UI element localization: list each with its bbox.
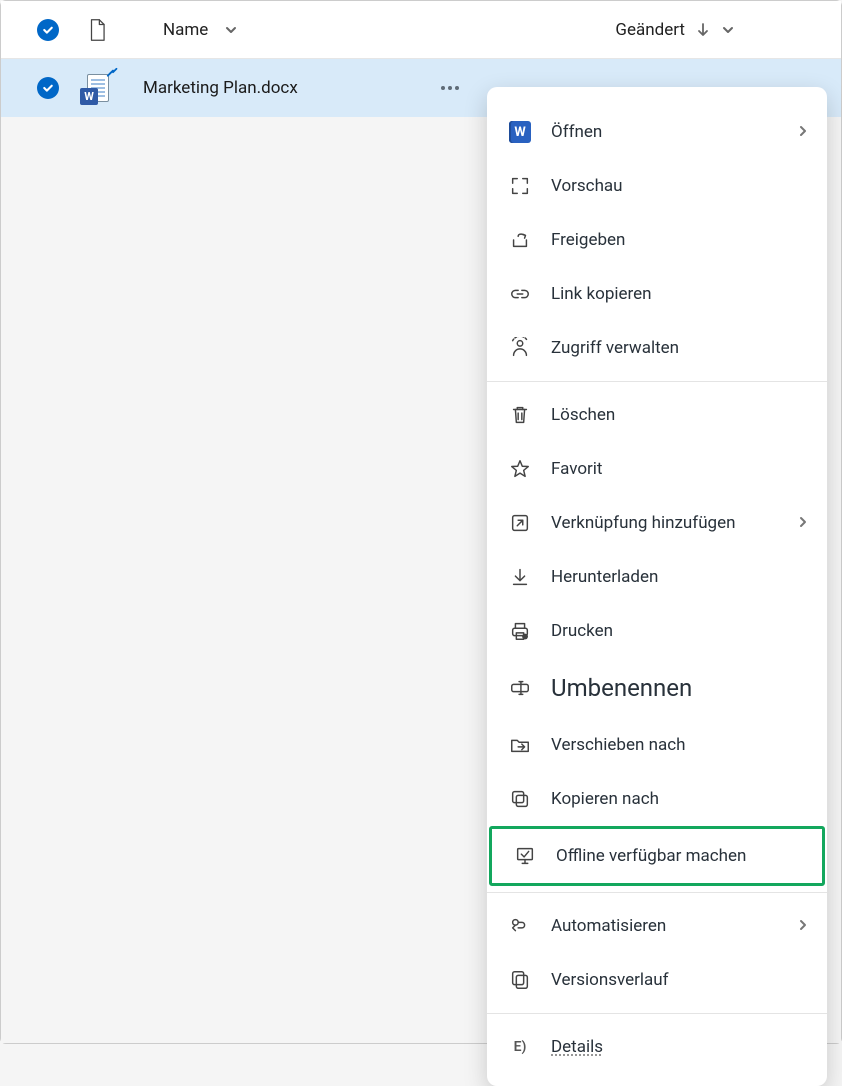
column-header-row: Name Geändert [1, 1, 841, 59]
menu-divider [487, 1013, 827, 1014]
column-name-label: Name [163, 20, 208, 40]
chevron-right-icon [797, 513, 809, 533]
menu-version-history[interactable]: Versionsverlauf [487, 953, 827, 1007]
shared-indicator-icon [106, 66, 120, 85]
preview-icon [509, 175, 531, 197]
more-actions-button[interactable] [433, 78, 467, 98]
menu-open[interactable]: W Öffnen [487, 105, 827, 159]
file-list-panel: Name Geändert W Marketing Plan.docx [1, 1, 841, 1043]
offline-icon [514, 845, 536, 867]
row-checkbox[interactable] [37, 77, 59, 99]
star-icon [509, 458, 531, 480]
word-document-icon: W [81, 72, 113, 104]
chevron-right-icon [797, 122, 809, 142]
word-app-icon: W [509, 121, 531, 143]
menu-favorite[interactable]: Favorit [487, 442, 827, 496]
rename-icon [509, 677, 531, 699]
details-shortcut-icon: E) [509, 1036, 531, 1058]
menu-rename[interactable]: Umbenennen [487, 658, 827, 718]
menu-manage-access[interactable]: Zugriff verwalten [487, 321, 827, 375]
menu-automate[interactable]: Automatisieren [487, 899, 827, 953]
link-icon [509, 283, 531, 305]
menu-make-available-offline[interactable]: Offline verfügbar machen [492, 829, 822, 883]
menu-divider [487, 892, 827, 893]
print-icon [509, 620, 531, 642]
version-history-icon [509, 969, 531, 991]
column-modified-label: Geändert [615, 20, 685, 40]
file-type-column-icon [87, 19, 107, 41]
share-icon [509, 229, 531, 251]
context-menu: W Öffnen Vorschau Freigeben Link kopiere… [487, 87, 827, 1086]
menu-download[interactable]: Herunterladen [487, 550, 827, 604]
menu-share[interactable]: Freigeben [487, 213, 827, 267]
menu-divider [487, 381, 827, 382]
column-header-name[interactable]: Name [163, 20, 238, 40]
file-name: Marketing Plan.docx [143, 78, 298, 98]
download-icon [509, 566, 531, 588]
menu-copy-to[interactable]: Kopieren nach [487, 772, 827, 826]
menu-copy-link[interactable]: Link kopieren [487, 267, 827, 321]
menu-move-to[interactable]: Verschieben nach [487, 718, 827, 772]
chevron-down-icon [224, 23, 238, 37]
trash-icon [509, 404, 531, 426]
sort-descending-icon [695, 22, 711, 38]
menu-delete[interactable]: Löschen [487, 388, 827, 442]
column-header-modified[interactable]: Geändert [615, 20, 735, 40]
copy-to-icon [509, 788, 531, 810]
select-all-checkbox[interactable] [37, 19, 59, 41]
manage-access-icon [509, 337, 531, 359]
move-to-icon [509, 734, 531, 756]
menu-preview[interactable]: Vorschau [487, 159, 827, 213]
shortcut-icon [509, 512, 531, 534]
chevron-down-icon [721, 23, 735, 37]
menu-print[interactable]: Drucken [487, 604, 827, 658]
automate-icon [509, 915, 531, 937]
menu-add-shortcut[interactable]: Verknüpfung hinzufügen [487, 496, 827, 550]
chevron-right-icon [797, 916, 809, 936]
tutorial-highlight: Offline verfügbar machen [489, 826, 825, 886]
menu-details[interactable]: E) Details [487, 1020, 827, 1074]
